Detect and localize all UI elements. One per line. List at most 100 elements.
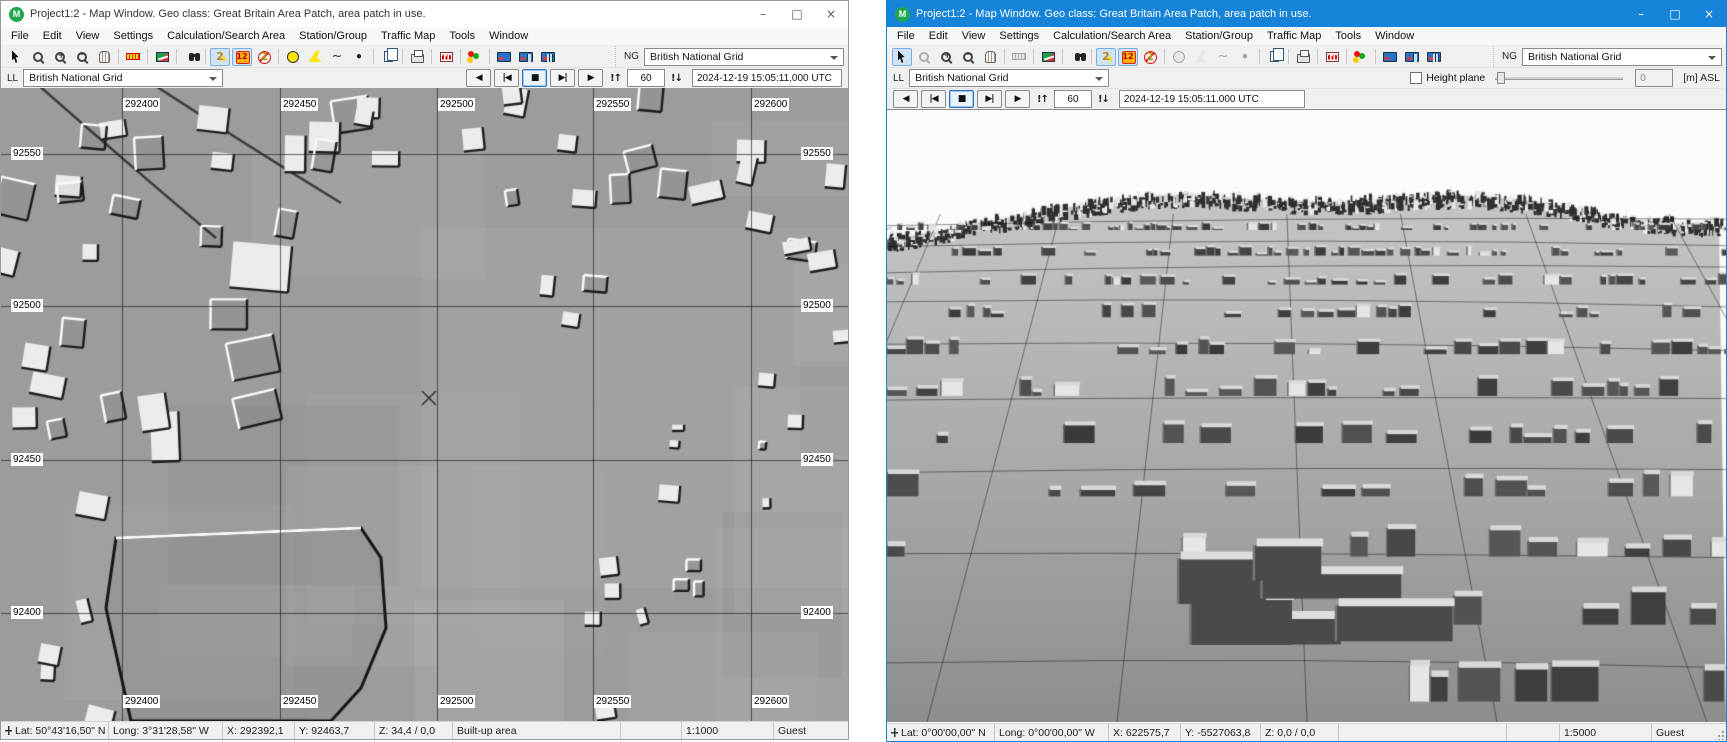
toolbar-ruler-tool-button[interactable] <box>123 48 143 66</box>
menu-view[interactable]: View <box>955 29 993 43</box>
toolbar-angle-tool-button[interactable] <box>305 48 325 66</box>
skip-start-button[interactable]: |◀ <box>921 90 946 108</box>
time-toolbar: ◀|◀■▶|▶ !↑ 60 !↓ 2024-12-19 15:05:11.000… <box>887 88 1726 109</box>
menu-tools[interactable]: Tools <box>1328 29 1368 43</box>
ng-grid-select[interactable]: British National Grid <box>644 48 844 66</box>
toolbar-select-tool-button[interactable] <box>892 48 912 66</box>
time-step-up-icon[interactable]: !↑ <box>610 73 621 84</box>
close-button[interactable]: × <box>1692 1 1726 27</box>
toolbar-map-window-3-tool-button[interactable] <box>538 48 558 66</box>
toolbar-zoom-in-tool-button[interactable] <box>50 48 70 66</box>
menu-edit[interactable]: Edit <box>922 29 955 43</box>
toolbar-station-time-tool-button[interactable]: 2 <box>1096 48 1116 66</box>
status-empty <box>621 722 682 739</box>
time-step-up-icon[interactable]: !↑ <box>1037 94 1048 105</box>
menu-edit[interactable]: Edit <box>36 29 69 43</box>
toolbar-copy-tool-button[interactable] <box>1264 48 1284 66</box>
toolbar-select-tool-button[interactable] <box>6 48 26 66</box>
time-step-down-icon[interactable]: !↓ <box>671 73 682 84</box>
toolbar-zoom-tool-button[interactable] <box>28 48 48 66</box>
step-back-button[interactable]: ◀ <box>466 69 491 87</box>
menu-tools[interactable]: Tools <box>442 29 482 43</box>
toolbar-map-window-2-tool-button[interactable] <box>516 48 536 66</box>
toolbar-zoom-out-tool-button[interactable] <box>958 48 978 66</box>
toolbar-histogram-tool-button[interactable] <box>1322 48 1342 66</box>
play-button[interactable]: ▶ <box>578 69 603 87</box>
maximize-button[interactable]: □ <box>1658 1 1692 27</box>
stop-button[interactable]: ■ <box>949 90 974 108</box>
minimize-button[interactable]: – <box>746 1 780 27</box>
toolbar-station-time-off-tool-button[interactable]: 2 <box>254 48 274 66</box>
toolbar-zoom-out-tool-button[interactable] <box>72 48 92 66</box>
toolbar-wave-tool-button[interactable]: ~ <box>327 48 347 66</box>
timestamp-field[interactable]: 2024-12-19 15:05:11.000 UTC <box>1119 90 1305 108</box>
menu-file[interactable]: File <box>890 29 922 43</box>
ng-group: NG British National Grid <box>615 46 844 67</box>
close-button[interactable]: × <box>814 1 848 27</box>
toolbar-histogram-tool-button[interactable] <box>436 48 456 66</box>
toolbar-station-time-tool-button[interactable]: 2 <box>210 48 230 66</box>
titlebar-3d[interactable]: M Project1:2 - Map Window. Geo class: Gr… <box>887 1 1726 27</box>
skip-end-button[interactable]: ▶| <box>977 90 1002 108</box>
skip-end-button[interactable]: ▶| <box>550 69 575 87</box>
menu-window[interactable]: Window <box>1368 29 1421 43</box>
interval-field[interactable]: 60 <box>627 69 665 87</box>
ll-grid-select[interactable]: British National Grid <box>909 69 1109 87</box>
resize-grip[interactable] <box>1715 730 1725 740</box>
toolbar-pan-tool-button[interactable] <box>980 48 1000 66</box>
toolbar-map-window-tool-button[interactable] <box>494 48 514 66</box>
menu-traffic-map[interactable]: Traffic Map <box>1260 29 1328 43</box>
interval-field[interactable]: 60 <box>1054 90 1092 108</box>
menu-window[interactable]: Window <box>482 29 535 43</box>
menu-traffic-map[interactable]: Traffic Map <box>374 29 442 43</box>
skip-start-button[interactable]: |◀ <box>494 69 519 87</box>
menu-settings[interactable]: Settings <box>106 29 160 43</box>
toolbar-copy-tool-button[interactable] <box>378 48 398 66</box>
map-viewport-2d[interactable]: 2924002924502925002925502926002924002924… <box>1 88 848 721</box>
menu-file[interactable]: File <box>4 29 36 43</box>
minimize-button[interactable]: – <box>1624 1 1658 27</box>
height-plane-slider[interactable] <box>1495 71 1623 85</box>
step-back-button[interactable]: ◀ <box>893 90 918 108</box>
play-button[interactable]: ▶ <box>1005 90 1030 108</box>
toolbar-find-tool-button[interactable] <box>181 48 201 66</box>
ng-grid-select[interactable]: British National Grid <box>1522 48 1722 66</box>
menu-calculation-search-area[interactable]: Calculation/Search Area <box>160 29 292 43</box>
toolbar-map-window-2-tool-button[interactable] <box>1402 48 1422 66</box>
toolbar-map-window-tool-button[interactable] <box>1380 48 1400 66</box>
toolbar-print-tool-button[interactable] <box>407 48 427 66</box>
timestamp-field[interactable]: 2024-12-19 15:05:11.000 UTC <box>692 69 842 87</box>
map-canvas-3d[interactable] <box>887 110 1726 722</box>
toolbar-pan-tool-button[interactable] <box>94 48 114 66</box>
toolbar-print-tool-button[interactable] <box>1293 48 1313 66</box>
toolbar-geo-map-tool-button[interactable] <box>1038 48 1058 66</box>
ll-grid-select[interactable]: British National Grid <box>23 69 223 87</box>
map-canvas-2d[interactable] <box>1 88 848 721</box>
toolbar-geo-map-tool-button[interactable] <box>152 48 172 66</box>
slider-thumb[interactable] <box>1497 72 1505 84</box>
stop-button[interactable]: ■ <box>522 69 547 87</box>
toolbar-circle-tool-button[interactable] <box>283 48 303 66</box>
titlebar-2d[interactable]: M Project1:2 - Map Window. Geo class: Gr… <box>1 1 848 27</box>
menu-view[interactable]: View <box>69 29 107 43</box>
ng-grid-value: British National Grid <box>650 51 743 63</box>
time-step-down-icon[interactable]: !↓ <box>1098 94 1109 105</box>
maximize-button[interactable]: □ <box>780 1 814 27</box>
menu-settings[interactable]: Settings <box>992 29 1046 43</box>
toolbar-zoom-in-tool-button[interactable] <box>936 48 956 66</box>
window-title: Project1:2 - Map Window. Geo class: Grea… <box>916 8 1624 20</box>
height-plane-checkbox[interactable] <box>1410 72 1422 84</box>
toolbar-map-window-3-tool-button[interactable] <box>1424 48 1444 66</box>
menu-calculation-search-area[interactable]: Calculation/Search Area <box>1046 29 1178 43</box>
toolbar: 2122~• NG British National Grid <box>887 46 1726 67</box>
toolbar-point-tool-button[interactable]: • <box>349 48 369 66</box>
toolbar-traffic-light-tool-button[interactable] <box>465 48 485 66</box>
toolbar-traffic-light-tool-button[interactable] <box>1351 48 1371 66</box>
toolbar-find-tool-button[interactable] <box>1067 48 1087 66</box>
menu-station-group[interactable]: Station/Group <box>292 29 374 43</box>
map-viewport-3d[interactable] <box>887 109 1726 723</box>
menu-station-group[interactable]: Station/Group <box>1178 29 1260 43</box>
toolbar-calendar-tool-button[interactable]: 12 <box>1118 48 1138 66</box>
toolbar-calendar-tool-button[interactable]: 12 <box>232 48 252 66</box>
toolbar-station-time-off-tool-button[interactable]: 2 <box>1140 48 1160 66</box>
